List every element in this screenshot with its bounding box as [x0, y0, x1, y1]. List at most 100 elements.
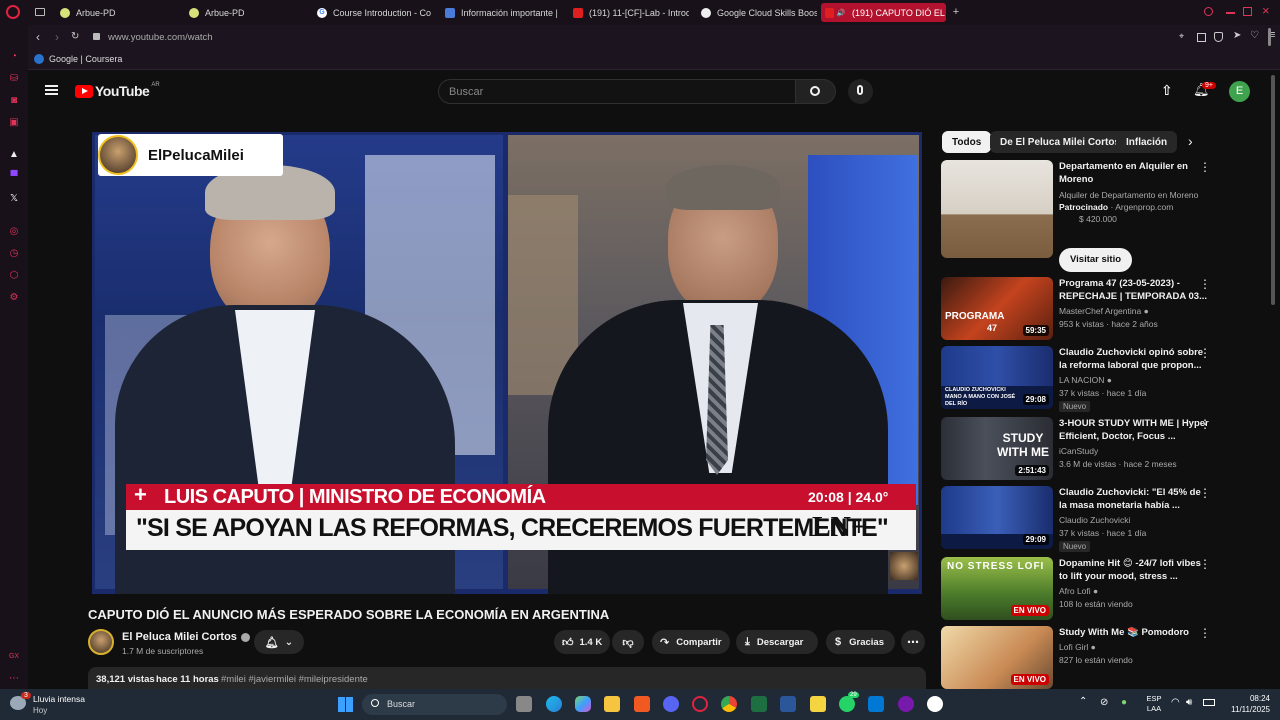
more-options-icon[interactable]: ⋮ — [1199, 161, 1211, 173]
brave-icon[interactable] — [634, 696, 650, 712]
hamburger-menu-icon[interactable] — [45, 85, 58, 95]
history-icon[interactable]: ◷ — [8, 248, 20, 260]
chips-next-chevron-icon[interactable]: › — [1188, 133, 1193, 149]
tray-mic-icon[interactable]: ● — [1121, 697, 1127, 708]
x-twitter-icon[interactable]: 𝕏 — [8, 193, 20, 205]
messenger-icon[interactable]: ◙ — [8, 95, 20, 107]
copilot-icon[interactable] — [575, 696, 591, 712]
browser-tab[interactable]: (191) 11-[CF]-Lab - Introd — [569, 3, 689, 22]
twitch-icon[interactable]: ▀ — [8, 171, 20, 183]
discord-icon[interactable] — [663, 696, 679, 712]
rec-channel[interactable]: MasterChef Argentina ● — [1059, 306, 1149, 316]
hashtags[interactable]: #milei #javiermilei #mileipresidente — [221, 674, 368, 685]
tab-overview-icon[interactable] — [35, 8, 45, 16]
player-icon[interactable]: ◎ — [8, 226, 20, 238]
weather-widget[interactable]: 3 Lluvia intensa Hoy — [10, 692, 120, 717]
forward-icon[interactable]: › — [55, 30, 59, 44]
vpn-shield-icon[interactable] — [1214, 32, 1223, 42]
rec-channel[interactable]: Claudio Zuchovicki — [1059, 515, 1130, 525]
more-options-icon[interactable]: ⋮ — [1199, 278, 1211, 290]
chip-channel[interactable]: De El Peluca Milei Cortos — [990, 131, 1131, 153]
bag-icon[interactable]: ⛁ — [8, 73, 20, 85]
taskbar-search[interactable]: Buscar — [362, 694, 507, 715]
opera-logo-icon[interactable] — [6, 5, 20, 19]
more-options-icon[interactable]: ⋮ — [1199, 418, 1211, 430]
rec-channel[interactable]: LA NACION ● — [1059, 375, 1112, 385]
thanks-button[interactable]: $ Gracias — [826, 630, 895, 654]
tray-chevron-icon[interactable]: ⌃ — [1079, 696, 1087, 707]
wifi-icon[interactable]: ◠ — [1171, 697, 1180, 708]
speaker-icon[interactable]: 🔊 — [836, 8, 846, 18]
rec-channel[interactable]: Afro Lofi ● — [1059, 586, 1098, 596]
page-scrollbar[interactable] — [1271, 75, 1275, 305]
browser-tab[interactable]: Arbue-PD — [185, 3, 305, 22]
subscribe-bell-button[interactable]: 🔔︎ ⌄ — [254, 630, 304, 654]
volume-icon[interactable]: 🔊︎ — [1186, 697, 1192, 708]
channel-name[interactable]: El Peluca Milei Cortos — [122, 631, 250, 643]
rec-channel[interactable]: iCanStudy — [1059, 446, 1098, 456]
voice-search-button[interactable] — [848, 79, 873, 104]
extensions-icon[interactable]: ⬡ — [8, 270, 20, 282]
recommendation-item[interactable]: NO STRESS LOFI EN VIVO Dopamine Hit 😊 -2… — [941, 557, 1231, 620]
more-actions-button[interactable]: ⋯ — [901, 630, 925, 654]
dislike-button[interactable]: 👎︎ — [612, 630, 644, 654]
vscode-icon[interactable] — [868, 696, 884, 712]
tray-network-off-icon[interactable]: ⊘ — [1100, 697, 1108, 708]
avatar[interactable]: E — [1229, 81, 1250, 102]
more-options-icon[interactable]: ⋮ — [1199, 558, 1211, 570]
whatsapp-icon[interactable] — [839, 696, 855, 712]
notes-icon[interactable] — [810, 696, 826, 712]
edge-icon[interactable] — [546, 696, 562, 712]
minimize-button[interactable] — [1226, 12, 1235, 14]
excel-icon[interactable] — [751, 696, 767, 712]
video-player[interactable]: ElPelucaMilei + LUIS CAPUTO | MINISTRO D… — [92, 132, 922, 594]
task-view-icon[interactable] — [516, 696, 532, 712]
chip-inflacion[interactable]: Inflación — [1116, 131, 1178, 153]
recommendation-item[interactable]: PROGRAMA 47 59:35 Programa 47 (23-05-202… — [941, 277, 1231, 340]
share-button[interactable]: ↷ Compartir — [652, 630, 730, 654]
browser-tab[interactable]: Google Cloud Skills Boos — [697, 3, 817, 22]
new-tab-button[interactable]: + — [950, 6, 962, 18]
arc-icon[interactable]: ▲ — [8, 149, 20, 161]
recommendation-item[interactable]: STUDY WITH ME 2:51:43 3-HOUR STUDY WITH … — [941, 417, 1231, 480]
recommendation-item[interactable]: EN VIVO Study With Me 📚 Pomodoro Lofi Gi… — [941, 626, 1231, 689]
send-icon[interactable]: ➤ — [1233, 30, 1241, 41]
heart-icon[interactable]: ♡ — [1250, 30, 1259, 41]
browser-scrollbar[interactable] — [1268, 28, 1271, 46]
recommendation-item[interactable]: 29:09 Claudio Zuchovicki: "El 45% de la … — [941, 486, 1231, 552]
chip-todos[interactable]: Todos — [942, 131, 992, 153]
description-box[interactable]: 38,121 vistas hace 11 horas #milei #javi… — [88, 667, 926, 689]
browser-tab[interactable]: G Course Introduction - Co — [313, 3, 433, 22]
clock[interactable]: 08:24 11/11/2025 — [1222, 693, 1270, 715]
search-input[interactable]: Buscar — [438, 79, 796, 104]
recommendation-item[interactable]: CLAUDIO ZUCHOVICKI MANO A MANO CON JOSÉ … — [941, 346, 1231, 412]
more-icon[interactable]: ⋯ — [8, 673, 20, 685]
browser-tab-active[interactable]: 🔊 (191) CAPUTO DIÓ EL — [821, 3, 946, 22]
language-indicator[interactable]: ESP LAA — [1143, 694, 1165, 714]
url-field[interactable]: www.youtube.com/watch — [108, 32, 213, 43]
word-icon[interactable] — [780, 696, 796, 712]
battery-icon[interactable] — [1203, 699, 1215, 706]
file-explorer-icon[interactable] — [604, 696, 620, 712]
instagram-icon[interactable]: ▣ — [8, 117, 20, 129]
gx-icon[interactable]: GX — [8, 651, 20, 663]
onenote-icon[interactable] — [898, 696, 914, 712]
more-options-icon[interactable]: ⋮ — [1199, 487, 1211, 499]
close-icon[interactable]: × — [1262, 3, 1270, 18]
visit-site-button[interactable]: Visitar sitio — [1059, 248, 1133, 272]
chrome-icon[interactable] — [721, 696, 737, 712]
windows-start-icon[interactable] — [338, 697, 353, 712]
browser-tab[interactable]: Información importante | — [441, 3, 561, 22]
youtube-logo[interactable]: YouTube AR — [75, 82, 160, 99]
upload-icon[interactable]: ⇧ — [1161, 82, 1173, 99]
settings-gear-icon[interactable]: ⚙ — [8, 292, 20, 304]
bookmark-item[interactable]: Google | Coursera — [34, 54, 122, 64]
search-tabs-icon[interactable] — [1204, 7, 1213, 16]
browser-tab[interactable]: Arbue-PD — [56, 3, 176, 22]
back-icon[interactable]: ‹ — [36, 30, 40, 44]
opera-gx-icon[interactable] — [692, 696, 708, 712]
more-options-icon[interactable]: ⋮ — [1199, 347, 1211, 359]
download-button[interactable]: ⤓ Descargar — [736, 630, 818, 654]
snapshot-icon[interactable] — [1197, 33, 1206, 42]
more-options-icon[interactable]: ⋮ — [1199, 627, 1211, 639]
